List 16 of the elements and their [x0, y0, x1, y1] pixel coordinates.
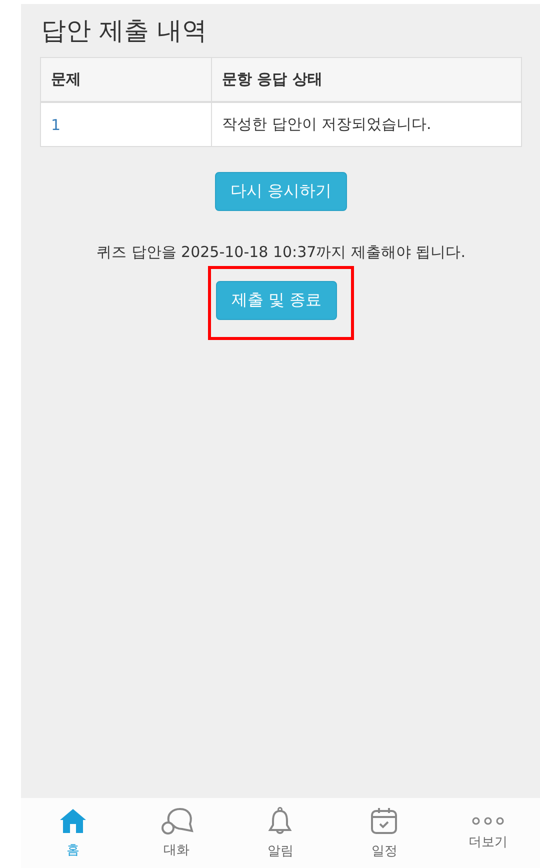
- status-cell: 작성한 답안이 저장되었습니다.: [212, 102, 522, 146]
- nav-tab[interactable]: 홈: [21, 798, 125, 868]
- bell-icon: [267, 806, 294, 836]
- column-header: 문제: [40, 58, 212, 102]
- home-icon: [58, 807, 88, 835]
- deadline-notice: 퀴즈 답안을 2025-10-18 10:37까지 제출해야 됩니다.: [96, 243, 466, 262]
- question-number-cell: 1: [40, 102, 212, 146]
- more-icon: [471, 815, 506, 827]
- nav-tab[interactable]: 더보기: [436, 798, 540, 868]
- chat-bubbles-icon: [160, 807, 194, 835]
- calendar-check-icon: [369, 806, 400, 836]
- page-title: 답안 제출 내역: [41, 15, 207, 47]
- nav-tab[interactable]: 일정: [332, 798, 436, 868]
- nav-tab[interactable]: 대화: [124, 798, 229, 868]
- nav-tab[interactable]: 알림: [228, 798, 332, 868]
- column-header: 문항 응답 상태: [212, 58, 522, 102]
